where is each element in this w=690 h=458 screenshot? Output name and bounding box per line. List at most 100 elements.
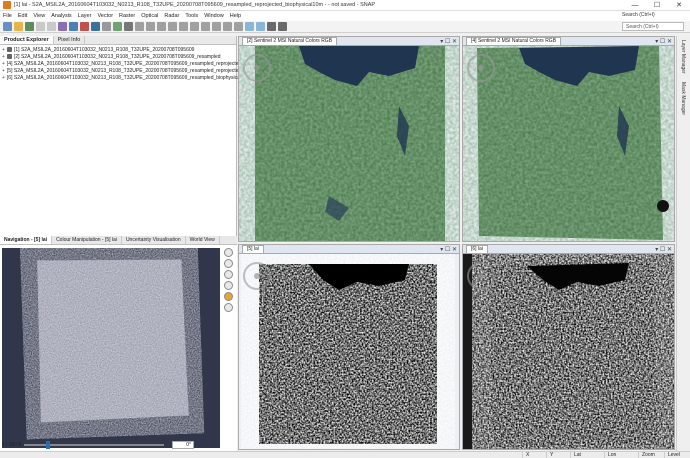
image-window-rgb-4[interactable]: [4] Sentinel 2 MSI Natural Colors RGB ▾ ☐… xyxy=(462,36,675,242)
status-level: Level xyxy=(664,452,690,458)
expand-icon[interactable]: + xyxy=(2,61,5,67)
select-tool-icon[interactable] xyxy=(135,22,144,31)
menu-raster[interactable]: Raster xyxy=(116,13,138,19)
lai-image-view xyxy=(489,262,657,448)
status-lon: Lon xyxy=(604,452,638,458)
pin-icon[interactable] xyxy=(124,22,133,31)
maximize-button[interactable]: ☐ xyxy=(646,0,668,11)
rectangle-tool-icon[interactable] xyxy=(179,22,188,31)
status-bar: X Y Lat Lon Zoom Level xyxy=(0,451,690,458)
time-series-icon[interactable] xyxy=(102,22,111,31)
window-controls[interactable]: ▾ ☐ ✕ xyxy=(440,246,459,253)
window-controls[interactable]: ▾ ☐ ✕ xyxy=(440,38,459,45)
tab-product-explorer[interactable]: Product Explorer xyxy=(0,36,54,44)
rgb-image-view xyxy=(477,46,669,240)
sync-views-icon[interactable] xyxy=(224,292,233,301)
product-item[interactable]: + [4] S2A_MSIL2A_20160604T103032_N0213_R1… xyxy=(2,60,241,67)
expand-icon[interactable]: + xyxy=(2,68,5,74)
ellipse-tool-icon[interactable] xyxy=(190,22,199,31)
scale-readout: 1 : 247.5 xyxy=(2,442,22,448)
window-controls[interactable]: ▾ ☐ ✕ xyxy=(655,38,674,45)
redo-icon[interactable] xyxy=(47,22,56,31)
tab-uncertainty-visualisation[interactable]: Uncertainty Visualisation xyxy=(122,236,186,244)
tab-lai-6[interactable]: [6] lai xyxy=(466,245,488,253)
gcp-icon[interactable] xyxy=(113,22,122,31)
magic-wand-icon[interactable] xyxy=(212,22,221,31)
status-y: Y xyxy=(546,452,570,458)
polyline-tool-icon[interactable] xyxy=(168,22,177,31)
menu-window[interactable]: Window xyxy=(201,13,227,19)
tab-pixel-info[interactable]: Pixel Info xyxy=(54,36,86,44)
image-window-lai-6[interactable]: [6] lai ▾ ☐ ✕ xyxy=(462,244,675,450)
product-item[interactable]: + [6] S2A_MSIL2A_20160604T103032_N0213_R1… xyxy=(2,74,251,81)
search-input[interactable]: Search (Ctrl+I) xyxy=(622,22,684,31)
lai-image-view xyxy=(259,264,437,444)
rotation-angle-field[interactable]: 0° xyxy=(172,441,194,449)
open-product-icon[interactable] xyxy=(14,22,23,31)
view-navigation-wheel[interactable] xyxy=(243,54,271,82)
close-button[interactable]: ✕ xyxy=(668,0,690,11)
sync-cursor-icon[interactable] xyxy=(245,22,254,31)
mask-manager-tab[interactable]: Mask Manager xyxy=(680,82,686,115)
pan-tool-icon[interactable] xyxy=(234,22,243,31)
window-title: [1] lai - S2A_MSIL2A_20160604T103032_N02… xyxy=(14,2,376,8)
line-tool-icon[interactable] xyxy=(157,22,166,31)
tab-rgb-4[interactable]: [4] Sentinel 2 MSI Natural Colors RGB xyxy=(466,37,562,45)
save-product-icon[interactable] xyxy=(25,22,34,31)
product-icon xyxy=(7,54,12,59)
navigation-thumbnail xyxy=(37,259,189,423)
product-item[interactable]: + [1] S2A_MSIL2A_20160604T103032_N0213_R1… xyxy=(2,46,234,53)
menu-file[interactable]: File xyxy=(0,13,15,19)
tab-world-view[interactable]: World View xyxy=(186,236,220,244)
product-item[interactable]: + [2] S2A_MSIL2A_20160604T103032_N0213_R1… xyxy=(2,53,234,60)
menu-analysis[interactable]: Analysis xyxy=(48,13,74,19)
sync-views-icon[interactable] xyxy=(256,22,265,31)
expand-icon[interactable]: + xyxy=(2,75,5,81)
undo-icon[interactable] xyxy=(36,22,45,31)
new-product-icon[interactable] xyxy=(3,22,12,31)
status-x: X xyxy=(522,452,546,458)
status-zoom: Zoom xyxy=(638,452,664,458)
zoom-out-icon[interactable] xyxy=(224,259,233,268)
view-navigation-wheel[interactable] xyxy=(243,262,271,290)
image-window-rgb-2[interactable]: [2] Sentinel 2 MSI Natural Colors RGB ▾ ☐… xyxy=(238,36,460,242)
zoom-all-icon[interactable] xyxy=(224,281,233,290)
zoom-slider[interactable] xyxy=(24,441,164,449)
tab-rgb-2[interactable]: [2] Sentinel 2 MSI Natural Colors RGB xyxy=(242,37,338,45)
sync-cursor-icon[interactable] xyxy=(224,303,233,312)
pixel-info-icon[interactable] xyxy=(267,22,276,31)
zoom-slider-knob[interactable] xyxy=(46,441,50,449)
image-window-lai-5[interactable]: [5] lai ▾ ☐ ✕ xyxy=(238,244,460,450)
zoom-pixel-icon[interactable] xyxy=(224,270,233,279)
search-label: Search (Ctrl+I) xyxy=(622,12,655,18)
layer-manager-tab[interactable]: Layer Manager xyxy=(680,40,686,74)
product-item[interactable]: + [5] S2A_MSIL2A_20160604T103032_N0213_R1… xyxy=(2,67,269,74)
histogram-icon[interactable] xyxy=(80,22,89,31)
menu-help[interactable]: Help xyxy=(227,13,244,19)
menu-view[interactable]: View xyxy=(30,13,48,19)
tab-colour-manipulation[interactable]: Colour Manipulation - [5] lai xyxy=(52,236,122,244)
tab-navigation[interactable]: Navigation - [5] lai xyxy=(0,236,53,244)
zoom-tool-icon[interactable] xyxy=(223,22,232,31)
menu-radar[interactable]: Radar xyxy=(161,13,182,19)
range-finder-icon[interactable] xyxy=(146,22,155,31)
tab-lai-5[interactable]: [5] lai xyxy=(242,245,264,253)
window-controls[interactable]: ▾ ☐ ✕ xyxy=(655,246,674,253)
navigation-tools xyxy=(222,248,235,314)
minimize-button[interactable]: — xyxy=(624,0,646,11)
menu-optical[interactable]: Optical xyxy=(138,13,161,19)
navigation-overview[interactable] xyxy=(2,248,220,448)
world-map-icon[interactable] xyxy=(91,22,100,31)
menu-layer[interactable]: Layer xyxy=(75,13,95,19)
menu-bar: File Edit View Analysis Layer Vector Ras… xyxy=(0,11,690,21)
menu-tools[interactable]: Tools xyxy=(182,13,201,19)
polygon-tool-icon[interactable] xyxy=(201,22,210,31)
view-navigation-wheel[interactable] xyxy=(467,54,495,82)
view-navigation-wheel[interactable] xyxy=(467,262,495,290)
menu-vector[interactable]: Vector xyxy=(94,13,116,19)
spectrum-icon[interactable] xyxy=(278,22,287,31)
zoom-in-icon[interactable] xyxy=(224,248,233,257)
rgb-image-icon[interactable] xyxy=(69,22,78,31)
band-maths-icon[interactable] xyxy=(58,22,67,31)
menu-edit[interactable]: Edit xyxy=(15,13,30,19)
